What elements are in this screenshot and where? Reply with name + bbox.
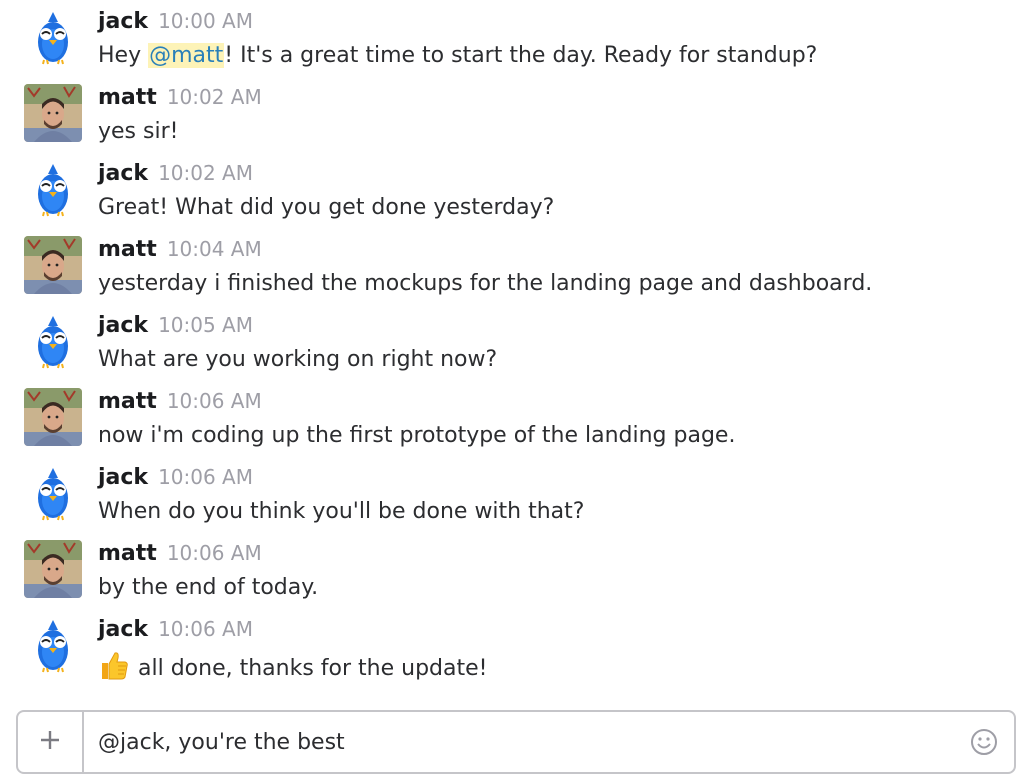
message-item: jack 10:02 AM Great! What did you get don… xyxy=(0,152,1032,228)
message-item: jack 10:00 AM Hey @matt! It's a great tim… xyxy=(0,0,1032,76)
user-photo-avatar[interactable] xyxy=(24,84,82,142)
smiley-icon xyxy=(968,729,1000,762)
author-name[interactable]: jack xyxy=(98,465,148,490)
message-text: yesterday i finished the mockups for the… xyxy=(98,271,873,296)
message-header: jack 10:00 AM xyxy=(98,9,253,37)
message-composer xyxy=(16,710,1016,774)
bird-avatar-icon[interactable] xyxy=(24,464,82,522)
timestamp[interactable]: 10:05 AM xyxy=(158,313,253,337)
message-text: What are you working on right now? xyxy=(98,347,498,372)
bird-avatar-icon[interactable] xyxy=(24,160,82,218)
message-text-part: all done, thanks for the update! xyxy=(138,656,488,681)
bird-avatar-icon[interactable] xyxy=(24,312,82,370)
user-photo-avatar[interactable] xyxy=(24,388,82,446)
message-text: Great! What did you get done yesterday? xyxy=(98,195,555,220)
message-text: now i'm coding up the first prototype of… xyxy=(98,423,736,448)
author-name[interactable]: matt xyxy=(98,85,157,110)
message-item: jack 10:05 AM What are you working on rig… xyxy=(0,304,1032,380)
timestamp[interactable]: 10:02 AM xyxy=(167,85,262,109)
message-header: jack 10:05 AM xyxy=(98,313,253,341)
message-item: matt 10:06 AM now i'm coding up the first… xyxy=(0,380,1032,456)
message-item: matt 10:02 AM yes sir! xyxy=(0,76,1032,152)
author-name[interactable]: matt xyxy=(98,389,157,414)
message-item: matt 10:06 AM by the end of today. xyxy=(0,532,1032,608)
timestamp[interactable]: 10:04 AM xyxy=(167,237,262,261)
author-name[interactable]: jack xyxy=(98,9,148,34)
author-name[interactable]: jack xyxy=(98,313,148,338)
emoji-button[interactable] xyxy=(968,726,1000,758)
message-item: jack 10:06 AM all done, thanks for the up… xyxy=(0,608,1032,684)
mention-link[interactable]: @matt xyxy=(148,43,225,68)
timestamp[interactable]: 10:06 AM xyxy=(158,617,253,641)
message-header: matt 10:06 AM xyxy=(98,541,262,569)
author-name[interactable]: matt xyxy=(98,237,157,262)
message-text-part: Hey xyxy=(98,43,149,68)
thumbs-up-icon xyxy=(98,649,130,690)
timestamp[interactable]: 10:00 AM xyxy=(158,9,253,33)
message-text-part: ! It's a great time to start the day. Re… xyxy=(224,43,818,68)
message-header: matt 10:06 AM xyxy=(98,389,262,417)
message-item: jack 10:06 AM When do you think you'll be… xyxy=(0,456,1032,532)
message-item: matt 10:04 AM yesterday i finished the mo… xyxy=(0,228,1032,304)
message-header: jack 10:06 AM xyxy=(98,465,253,493)
author-name[interactable]: jack xyxy=(98,161,148,186)
message-text: When do you think you'll be done with th… xyxy=(98,499,585,524)
bird-avatar-icon[interactable] xyxy=(24,616,82,674)
message-header: jack 10:06 AM xyxy=(98,617,253,645)
message-text: yes sir! xyxy=(98,119,179,144)
author-name[interactable]: jack xyxy=(98,617,148,642)
message-text: all done, thanks for the update! xyxy=(98,649,487,690)
timestamp[interactable]: 10:06 AM xyxy=(167,389,262,413)
timestamp[interactable]: 10:02 AM xyxy=(158,161,253,185)
author-name[interactable]: matt xyxy=(98,541,157,566)
user-photo-avatar[interactable] xyxy=(24,540,82,598)
user-photo-avatar[interactable] xyxy=(24,236,82,294)
message-header: matt 10:04 AM xyxy=(98,237,262,265)
message-text: by the end of today. xyxy=(98,575,319,600)
message-header: matt 10:02 AM xyxy=(98,85,262,113)
attach-button[interactable] xyxy=(18,712,84,772)
message-header: jack 10:02 AM xyxy=(98,161,253,189)
message-text: Hey @matt! It's a great time to start th… xyxy=(98,41,817,71)
message-input[interactable] xyxy=(98,722,958,762)
plus-icon xyxy=(39,729,61,755)
timestamp[interactable]: 10:06 AM xyxy=(158,465,253,489)
bird-avatar-icon[interactable] xyxy=(24,8,82,66)
timestamp[interactable]: 10:06 AM xyxy=(167,541,262,565)
